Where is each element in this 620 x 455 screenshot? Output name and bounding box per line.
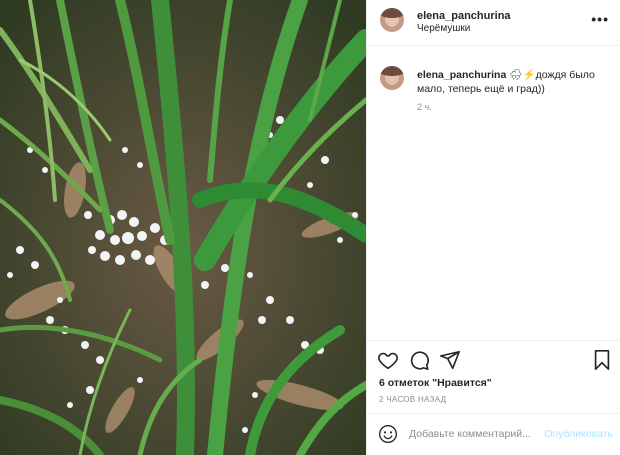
caption-username[interactable]: elena_panchurina <box>417 69 506 81</box>
author-username[interactable]: elena_panchurina <box>417 10 511 22</box>
likes-count[interactable]: 6 отметок "Нравится" <box>379 377 492 389</box>
comment-icon[interactable] <box>408 349 430 371</box>
instagram-post: elena_panchurina Черёмушки ••• elena_pan… <box>0 0 620 455</box>
bookmark-icon[interactable] <box>591 349 613 371</box>
post-timestamp: 2 ЧАСОВ НАЗАД <box>379 395 447 404</box>
publish-button[interactable]: Опубликовать <box>544 428 613 440</box>
post-photo[interactable] <box>0 0 366 455</box>
heart-icon[interactable] <box>377 349 399 371</box>
caption-time[interactable]: 2 ч. <box>417 102 432 112</box>
hail-in-grass-image <box>0 0 366 455</box>
post-details-panel: elena_panchurina Черёмушки ••• elena_pan… <box>366 0 620 455</box>
post-header: elena_panchurina Черёмушки ••• <box>367 0 620 46</box>
post-location[interactable]: Черёмушки <box>417 23 470 34</box>
comment-input[interactable] <box>409 426 537 442</box>
comment-bar: Опубликовать <box>367 413 620 455</box>
emoji-icon[interactable] <box>378 424 398 444</box>
action-bar <box>367 340 620 378</box>
more-icon[interactable]: ••• <box>591 12 609 26</box>
caption-avatar[interactable] <box>380 66 404 90</box>
author-avatar[interactable] <box>380 8 404 32</box>
caption-text: elena_panchurina 🌧⚡дождя было мало, тепе… <box>417 68 613 96</box>
share-icon[interactable] <box>439 349 461 371</box>
